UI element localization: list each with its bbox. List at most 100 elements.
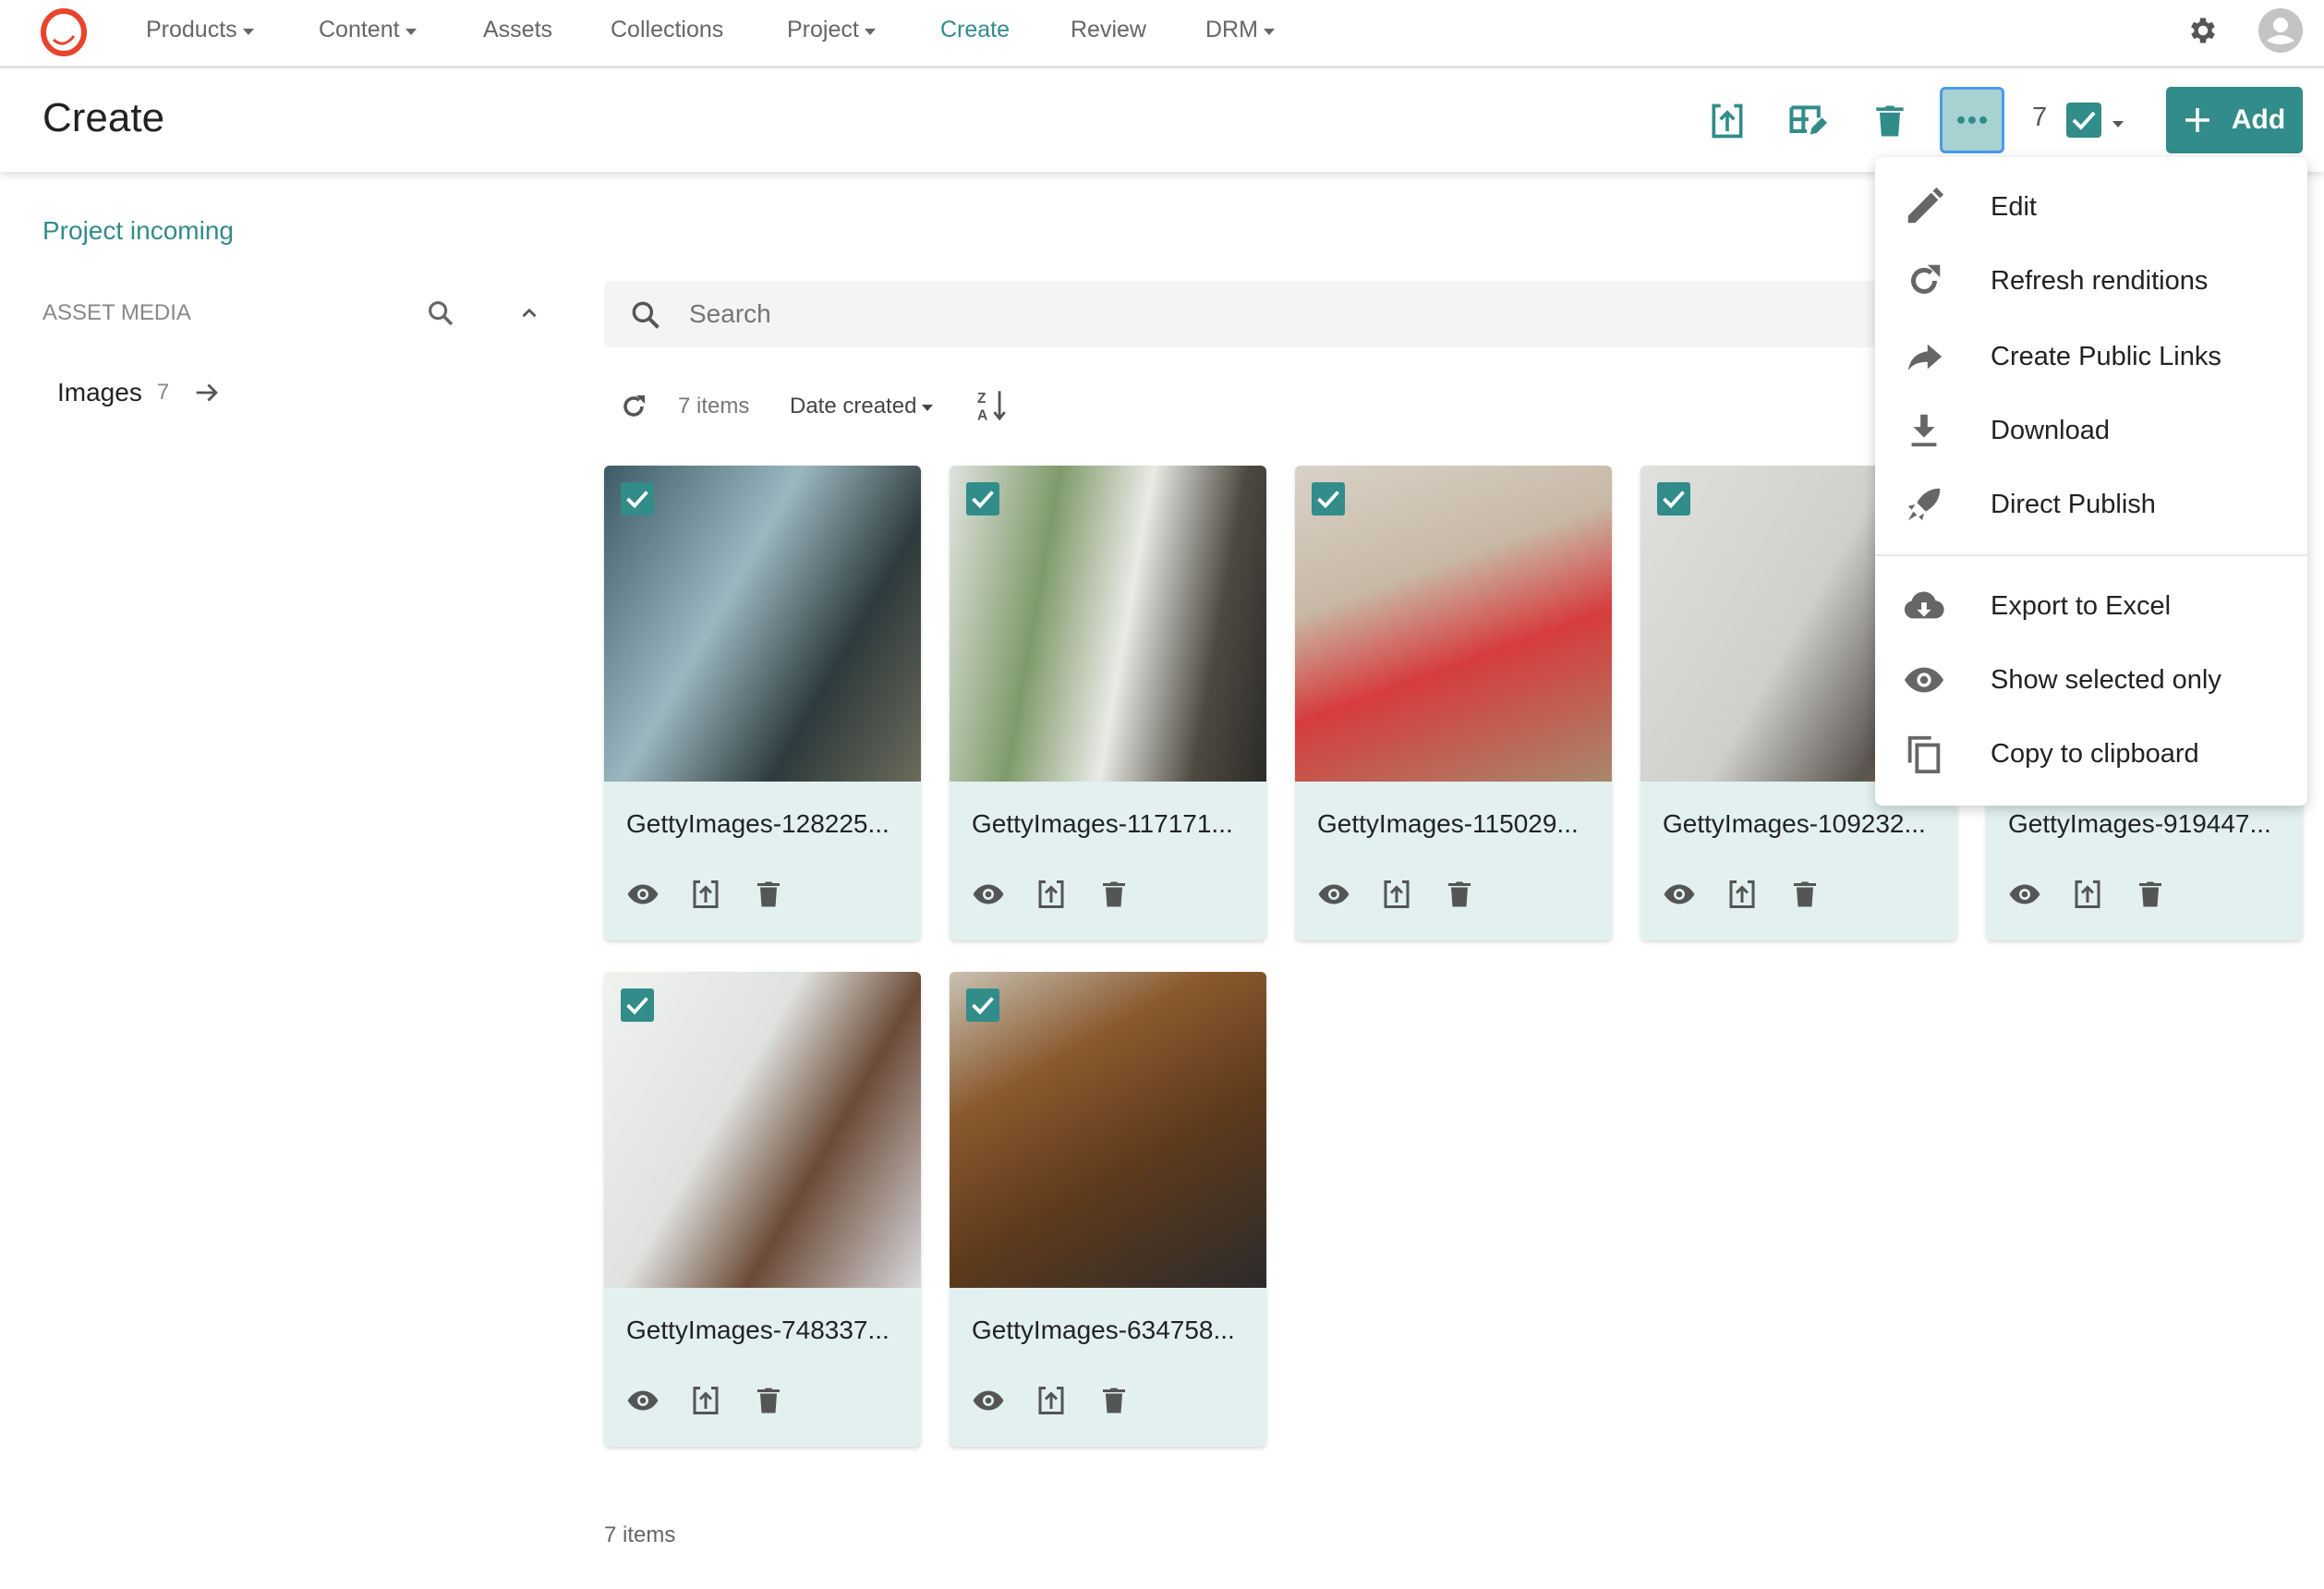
menu-item-label: Export to Excel <box>1991 590 2172 621</box>
logo-icon[interactable] <box>41 8 87 56</box>
check-icon <box>972 491 994 509</box>
asset-checkbox[interactable] <box>621 989 654 1022</box>
nav-collections[interactable]: Collections <box>611 17 723 43</box>
asset-checkbox[interactable] <box>966 989 999 1022</box>
check-icon <box>626 491 648 509</box>
asset-card[interactable]: GettyImages-128225... <box>604 466 921 940</box>
more-actions-button[interactable] <box>1940 87 2004 153</box>
nav-content[interactable]: Content <box>319 17 417 43</box>
item-count: 7 items <box>678 394 750 418</box>
search-icon[interactable] <box>425 297 456 329</box>
menu-item-edit[interactable]: Edit <box>1875 174 2307 240</box>
asset-name: GettyImages-634758... <box>972 1316 1235 1344</box>
project-link[interactable]: Project incoming <box>42 216 234 246</box>
sidebar-item-images[interactable]: Images 7 <box>57 377 223 408</box>
section-title: ASSET MEDIA <box>42 300 191 325</box>
svg-text:Z: Z <box>977 391 986 406</box>
asset-checkbox[interactable] <box>1657 482 1690 516</box>
upload-icon[interactable] <box>1035 1384 1068 1417</box>
menu-item-label: Show selected only <box>1991 664 2221 695</box>
menu-item-label: Refresh renditions <box>1991 265 2209 296</box>
eye-icon <box>1904 667 1944 693</box>
search-icon <box>632 301 660 329</box>
menu-item-show-selected[interactable]: Show selected only <box>1875 647 2307 713</box>
upload-icon[interactable] <box>1035 878 1068 911</box>
nav-assets[interactable]: Assets <box>483 17 552 43</box>
asset-checkbox[interactable] <box>966 482 999 516</box>
more-actions-menu: Edit Refresh renditions Create Public Li… <box>1875 157 2307 806</box>
eye-icon[interactable] <box>1317 878 1350 911</box>
upload-icon[interactable] <box>689 1384 722 1417</box>
add-button[interactable]: Add <box>2166 87 2303 153</box>
chevron-up-icon[interactable] <box>517 301 541 325</box>
gear-icon[interactable] <box>2186 14 2220 47</box>
menu-item-export-excel[interactable]: Export to Excel <box>1875 573 2307 639</box>
cloud-download-icon <box>1904 591 1944 619</box>
trash-icon[interactable] <box>1870 101 1910 141</box>
pencil-icon <box>1907 187 1944 224</box>
caret-down-icon <box>864 28 876 35</box>
trash-icon[interactable] <box>1097 1384 1131 1417</box>
menu-item-download[interactable]: Download <box>1875 397 2307 464</box>
upload-icon[interactable] <box>1725 878 1759 911</box>
eye-icon[interactable] <box>972 1384 1005 1417</box>
check-icon <box>2072 111 2096 130</box>
nav-label: Content <box>319 17 400 42</box>
menu-item-copy-clipboard[interactable]: Copy to clipboard <box>1875 721 2307 787</box>
page-title: Create <box>42 95 165 140</box>
download-icon <box>1911 414 1937 447</box>
refresh-icon[interactable] <box>617 390 650 423</box>
upload-icon[interactable] <box>1707 101 1748 141</box>
check-icon <box>626 997 648 1015</box>
eye-icon[interactable] <box>972 878 1005 911</box>
plus-icon <box>2185 108 2209 132</box>
search-input[interactable] <box>689 294 1797 334</box>
asset-card[interactable]: GettyImages-115029... <box>1295 466 1612 940</box>
selection-caret-icon[interactable] <box>2112 121 2124 127</box>
asset-checkbox[interactable] <box>1312 482 1345 516</box>
trash-icon[interactable] <box>752 1384 785 1417</box>
asset-name: GettyImages-109232... <box>1663 809 1926 838</box>
eye-icon[interactable] <box>1663 878 1696 911</box>
menu-item-direct-publish[interactable]: Direct Publish <box>1875 471 2307 538</box>
sort-dropdown[interactable]: Date created <box>790 394 934 419</box>
select-all-checkbox[interactable] <box>2066 103 2101 138</box>
avatar[interactable] <box>2257 7 2304 54</box>
copy-icon <box>1907 735 1941 774</box>
check-icon <box>972 997 994 1015</box>
eye-icon[interactable] <box>626 1384 660 1417</box>
trash-icon[interactable] <box>2134 878 2167 911</box>
eye-icon[interactable] <box>2008 878 2041 911</box>
add-label: Add <box>2231 104 2286 135</box>
asset-name: GettyImages-115029... <box>1317 809 1579 838</box>
asset-card[interactable]: GettyImages-634758... <box>950 972 1266 1447</box>
trash-icon[interactable] <box>1443 878 1476 911</box>
asset-name: GettyImages-919447... <box>2008 809 2271 838</box>
trash-icon[interactable] <box>1788 878 1822 911</box>
nav-label: Collections <box>611 17 724 42</box>
upload-icon[interactable] <box>689 878 722 911</box>
nav-drm[interactable]: DRM <box>1205 17 1275 43</box>
nav-products[interactable]: Products <box>146 17 254 43</box>
nav-review[interactable]: Review <box>1071 17 1146 43</box>
sidebar-item-count: 7 <box>156 380 170 405</box>
sort-z-a-icon[interactable]: ZA <box>977 388 1009 423</box>
search-bar[interactable] <box>604 281 1897 347</box>
trash-icon[interactable] <box>752 878 785 911</box>
svg-text:A: A <box>977 408 987 423</box>
nav-create[interactable]: Create <box>940 17 1010 43</box>
menu-item-label: Copy to clipboard <box>1991 738 2199 769</box>
edit-table-icon[interactable] <box>1786 101 1827 141</box>
upload-icon[interactable] <box>2071 878 2104 911</box>
upload-icon[interactable] <box>1380 878 1413 911</box>
asset-checkbox[interactable] <box>621 482 654 516</box>
asset-card[interactable]: GettyImages-117171... <box>950 466 1266 940</box>
menu-item-refresh-renditions[interactable]: Refresh renditions <box>1875 248 2307 314</box>
nav-project[interactable]: Project <box>787 17 876 43</box>
menu-item-create-public-links[interactable]: Create Public Links <box>1875 323 2307 390</box>
eye-icon[interactable] <box>626 878 660 911</box>
asset-card[interactable]: GettyImages-748337... <box>604 972 921 1447</box>
trash-icon[interactable] <box>1097 878 1131 911</box>
check-icon <box>1317 491 1339 509</box>
sidebar-item-label: Images <box>57 378 142 406</box>
